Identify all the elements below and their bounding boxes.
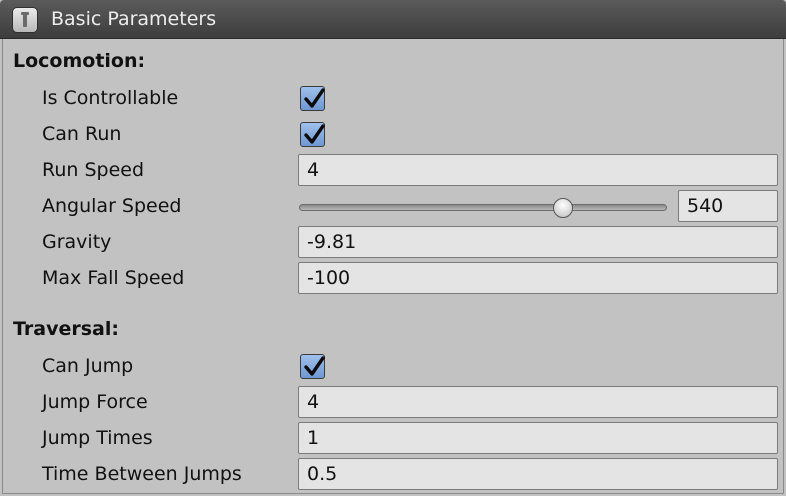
component-title: Basic Parameters [51, 8, 217, 30]
section-title-traversal: Traversal: [13, 318, 119, 340]
angular-speed-label: Angular Speed [42, 195, 182, 217]
checkmark-icon [304, 124, 325, 144]
jump-times-field[interactable]: 1 [298, 422, 778, 454]
can-run-label: Can Run [42, 123, 122, 145]
run-speed-field[interactable]: 4 [298, 154, 778, 186]
jump-force-field[interactable]: 4 [298, 386, 778, 418]
inspector-panel: Basic Parameters Locomotion: Is Controll… [0, 0, 786, 496]
section-title-locomotion: Locomotion: [13, 50, 146, 72]
gravity-label: Gravity [42, 231, 112, 253]
jump-times-label: Jump Times [42, 427, 153, 449]
time-between-jumps-field[interactable]: 0.5 [298, 458, 778, 490]
time-between-jumps-label: Time Between Jumps [42, 463, 242, 485]
is-controllable-checkbox[interactable] [300, 86, 325, 111]
checkmark-icon [304, 356, 325, 376]
can-run-checkbox[interactable] [300, 122, 325, 147]
max-fall-speed-field[interactable]: -100 [298, 262, 778, 294]
run-speed-label: Run Speed [42, 159, 145, 181]
checkmark-icon [304, 88, 325, 108]
component-header[interactable]: Basic Parameters [0, 0, 786, 39]
jump-force-label: Jump Force [42, 391, 148, 413]
is-controllable-label: Is Controllable [42, 87, 179, 109]
can-jump-label: Can Jump [42, 355, 134, 377]
gravity-field[interactable]: -9.81 [298, 226, 778, 258]
angular-speed-slider-handle[interactable] [553, 198, 574, 218]
angular-speed-field[interactable]: 540 [678, 190, 778, 222]
can-jump-checkbox[interactable] [300, 354, 325, 379]
angular-speed-slider-track[interactable] [299, 204, 667, 211]
max-fall-speed-label: Max Fall Speed [42, 267, 185, 289]
script-component-icon[interactable] [12, 7, 38, 33]
